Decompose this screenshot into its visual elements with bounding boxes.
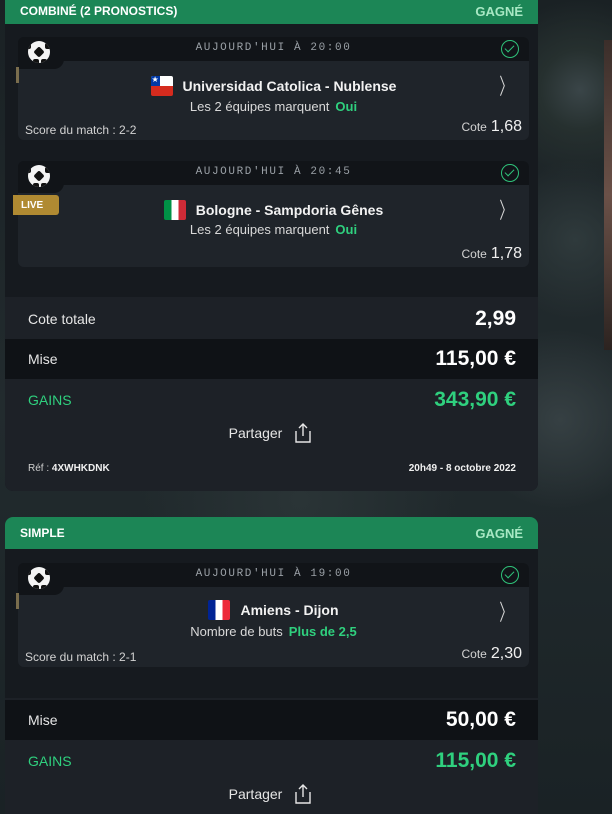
bet-line: Nombre de buts Plus de 2,5: [18, 624, 529, 639]
ticket-status-badge: GAGNÉ: [475, 3, 523, 19]
share-icon: [295, 423, 312, 443]
match-score: Score du match : 2-2: [25, 123, 137, 137]
bet-market: Nombre de buts: [190, 624, 283, 639]
bet-pick: Oui: [335, 99, 358, 114]
match-odds: Cote 1,68: [462, 118, 523, 136]
background-photo-edge: [604, 40, 612, 350]
reference: Réf : 4XWHKDNK: [28, 463, 110, 474]
reference-row: Réf : 4XWHKDNK 20h49 - 8 octobre 2022: [5, 463, 538, 474]
bet-line: Les 2 équipes marquent Oui: [18, 99, 529, 114]
ticket-summary: Mise 50,00 € GAINS 115,00 € Partager: [5, 698, 538, 814]
sport-tab: [18, 161, 64, 193]
stake-label: Mise: [28, 712, 58, 728]
ticket-header: COMBINÉ (2 PRONOSTICS) GAGNÉ: [5, 0, 538, 24]
odds-label: Cote: [461, 647, 487, 661]
ticket-summary: Cote totale 2,99 Mise 115,00 € GAINS 343…: [5, 297, 538, 491]
odds-value: 1,78: [490, 245, 522, 262]
total-odds-row: Cote totale 2,99: [5, 299, 538, 339]
ticket-header: SIMPLE GAGNÉ: [5, 517, 538, 549]
odds-label: Cote: [461, 120, 487, 134]
ticket-type-label: SIMPLE: [20, 526, 65, 540]
winnings-label: GAINS: [28, 392, 72, 408]
sport-tab: [18, 37, 64, 69]
france-flag-icon: [208, 600, 231, 620]
won-check-icon: [501, 164, 519, 182]
won-check-icon: [501, 566, 519, 584]
match-teams: Amiens - Dijon: [240, 602, 339, 618]
total-odds-label: Cote totale: [28, 311, 96, 327]
reference-label: Réf :: [28, 463, 50, 474]
match-teams-row: Universidad Catolica - Nublense: [18, 76, 529, 96]
bet-pick: Plus de 2,5: [288, 624, 357, 639]
share-icon: [295, 784, 312, 804]
match-card[interactable]: AUJOURD'HUI À 19:00 Amiens - Dijon 〉 Nom…: [16, 563, 529, 667]
football-icon: [28, 567, 50, 589]
match-odds: Cote 2,30: [462, 645, 523, 663]
total-odds-value: 2,99: [475, 307, 516, 330]
chile-flag-icon: [150, 76, 173, 96]
bet-ticket-combine: COMBINÉ (2 PRONOSTICS) GAGNÉ AUJOURD'HUI…: [5, 0, 538, 491]
ticket-type-label: COMBINÉ (2 PRONOSTICS): [20, 4, 178, 18]
stake-row: Mise 115,00 €: [5, 339, 538, 379]
match-card[interactable]: AUJOURD'HUI À 20:45 LIVE Bologne - Sampd…: [13, 161, 529, 267]
bet-market: Les 2 équipes marquent: [189, 99, 330, 114]
match-time: AUJOURD'HUI À 20:45: [195, 166, 352, 178]
match-time: AUJOURD'HUI À 20:00: [195, 42, 352, 54]
share-label: Partager: [228, 786, 283, 802]
won-check-icon: [501, 40, 519, 58]
share-button[interactable]: Partager: [5, 783, 538, 805]
chevron-right-icon[interactable]: 〉: [499, 77, 512, 99]
bet-pick: Oui: [335, 222, 358, 237]
chevron-right-icon[interactable]: 〉: [499, 603, 512, 625]
winnings-label: GAINS: [28, 753, 72, 769]
bet-ticket-simple: SIMPLE GAGNÉ AUJOURD'HUI À 19:00 Amiens …: [5, 517, 538, 814]
ticket-status-badge: GAGNÉ: [475, 525, 523, 541]
match-teams: Universidad Catolica - Nublense: [182, 78, 397, 94]
italy-flag-icon: [163, 200, 186, 220]
odds-value: 2,30: [490, 645, 522, 662]
match-card[interactable]: AUJOURD'HUI À 20:00 Universidad Catolica…: [16, 37, 529, 140]
odds-value: 1,68: [490, 118, 522, 135]
stake-value: 50,00 €: [445, 708, 516, 731]
stake-value: 115,00 €: [435, 347, 516, 370]
winnings-value: 115,00 €: [435, 749, 516, 772]
bet-datetime: 20h49 - 8 octobre 2022: [408, 463, 516, 474]
winnings-row: GAINS 115,00 €: [5, 741, 538, 781]
stake-label: Mise: [28, 351, 58, 367]
bet-market: Les 2 équipes marquent: [189, 222, 330, 237]
reference-code: 4XWHKDNK: [51, 463, 110, 474]
bet-line: Les 2 équipes marquent Oui: [18, 222, 529, 237]
stake-row: Mise 50,00 €: [5, 700, 538, 740]
football-icon: [28, 41, 50, 63]
match-teams: Bologne - Sampdoria Gênes: [195, 202, 384, 218]
chevron-right-icon[interactable]: 〉: [499, 201, 512, 223]
share-label: Partager: [228, 425, 283, 441]
match-score: Score du match : 2-1: [25, 650, 137, 664]
match-teams-row: Amiens - Dijon: [18, 600, 529, 620]
match-teams-row: Bologne - Sampdoria Gênes: [18, 200, 529, 220]
odds-label: Cote: [461, 247, 487, 261]
match-odds: Cote 1,78: [462, 245, 523, 263]
winnings-value: 343,90 €: [434, 388, 516, 411]
football-icon: [28, 165, 50, 187]
winnings-row: GAINS 343,90 €: [5, 380, 538, 420]
share-button[interactable]: Partager: [5, 422, 538, 444]
match-time: AUJOURD'HUI À 19:00: [195, 568, 352, 580]
sport-tab: [18, 563, 64, 595]
